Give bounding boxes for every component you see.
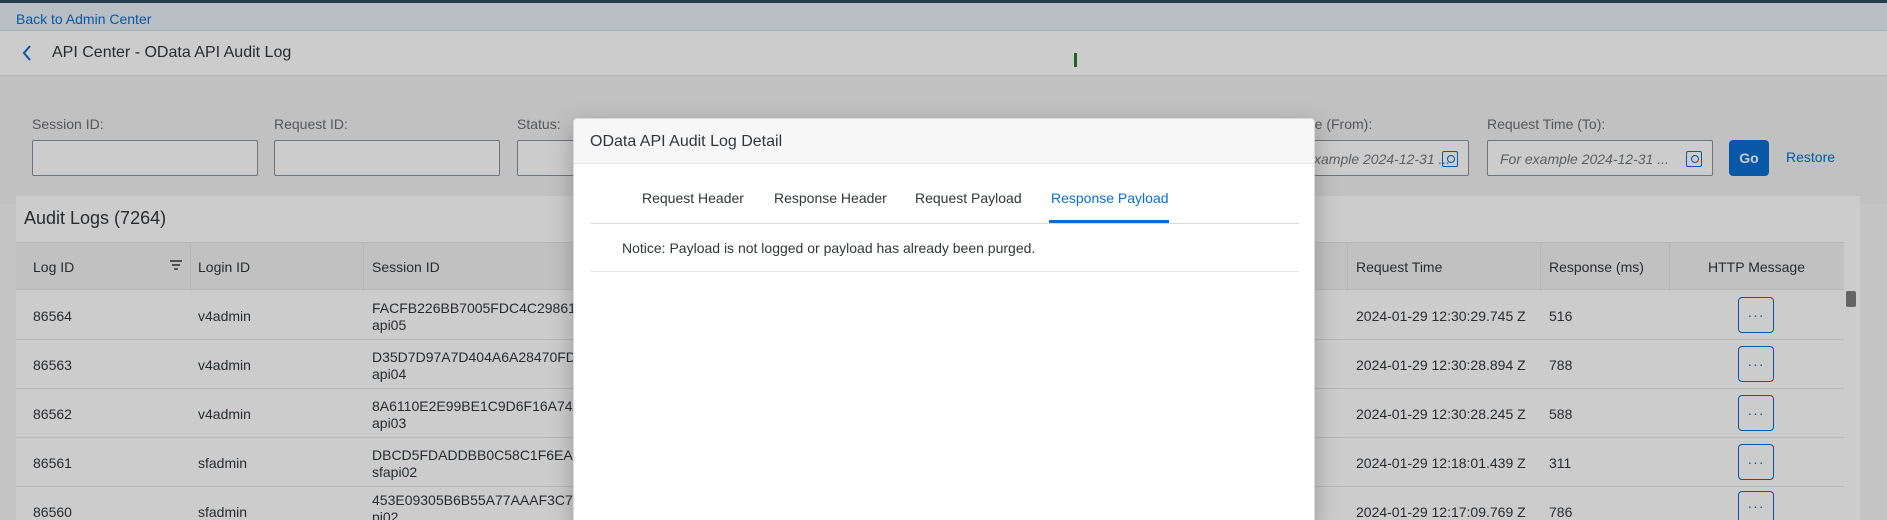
divider xyxy=(591,271,1299,272)
tab-request-payload[interactable]: Request Payload xyxy=(915,190,1022,206)
tab-request-header[interactable]: Request Header xyxy=(642,190,744,206)
audit-log-detail-dialog: OData API Audit Log Detail Request Heade… xyxy=(573,118,1315,520)
active-tab-indicator xyxy=(1049,220,1169,223)
tab-response-payload[interactable]: Response Payload xyxy=(1051,190,1169,206)
tab-response-header[interactable]: Response Header xyxy=(774,190,887,206)
payload-notice: Notice: Payload is not logged or payload… xyxy=(622,240,1036,256)
tab-bar: Request Header Response Header Request P… xyxy=(591,164,1299,224)
dialog-title: OData API Audit Log Detail xyxy=(590,133,783,150)
